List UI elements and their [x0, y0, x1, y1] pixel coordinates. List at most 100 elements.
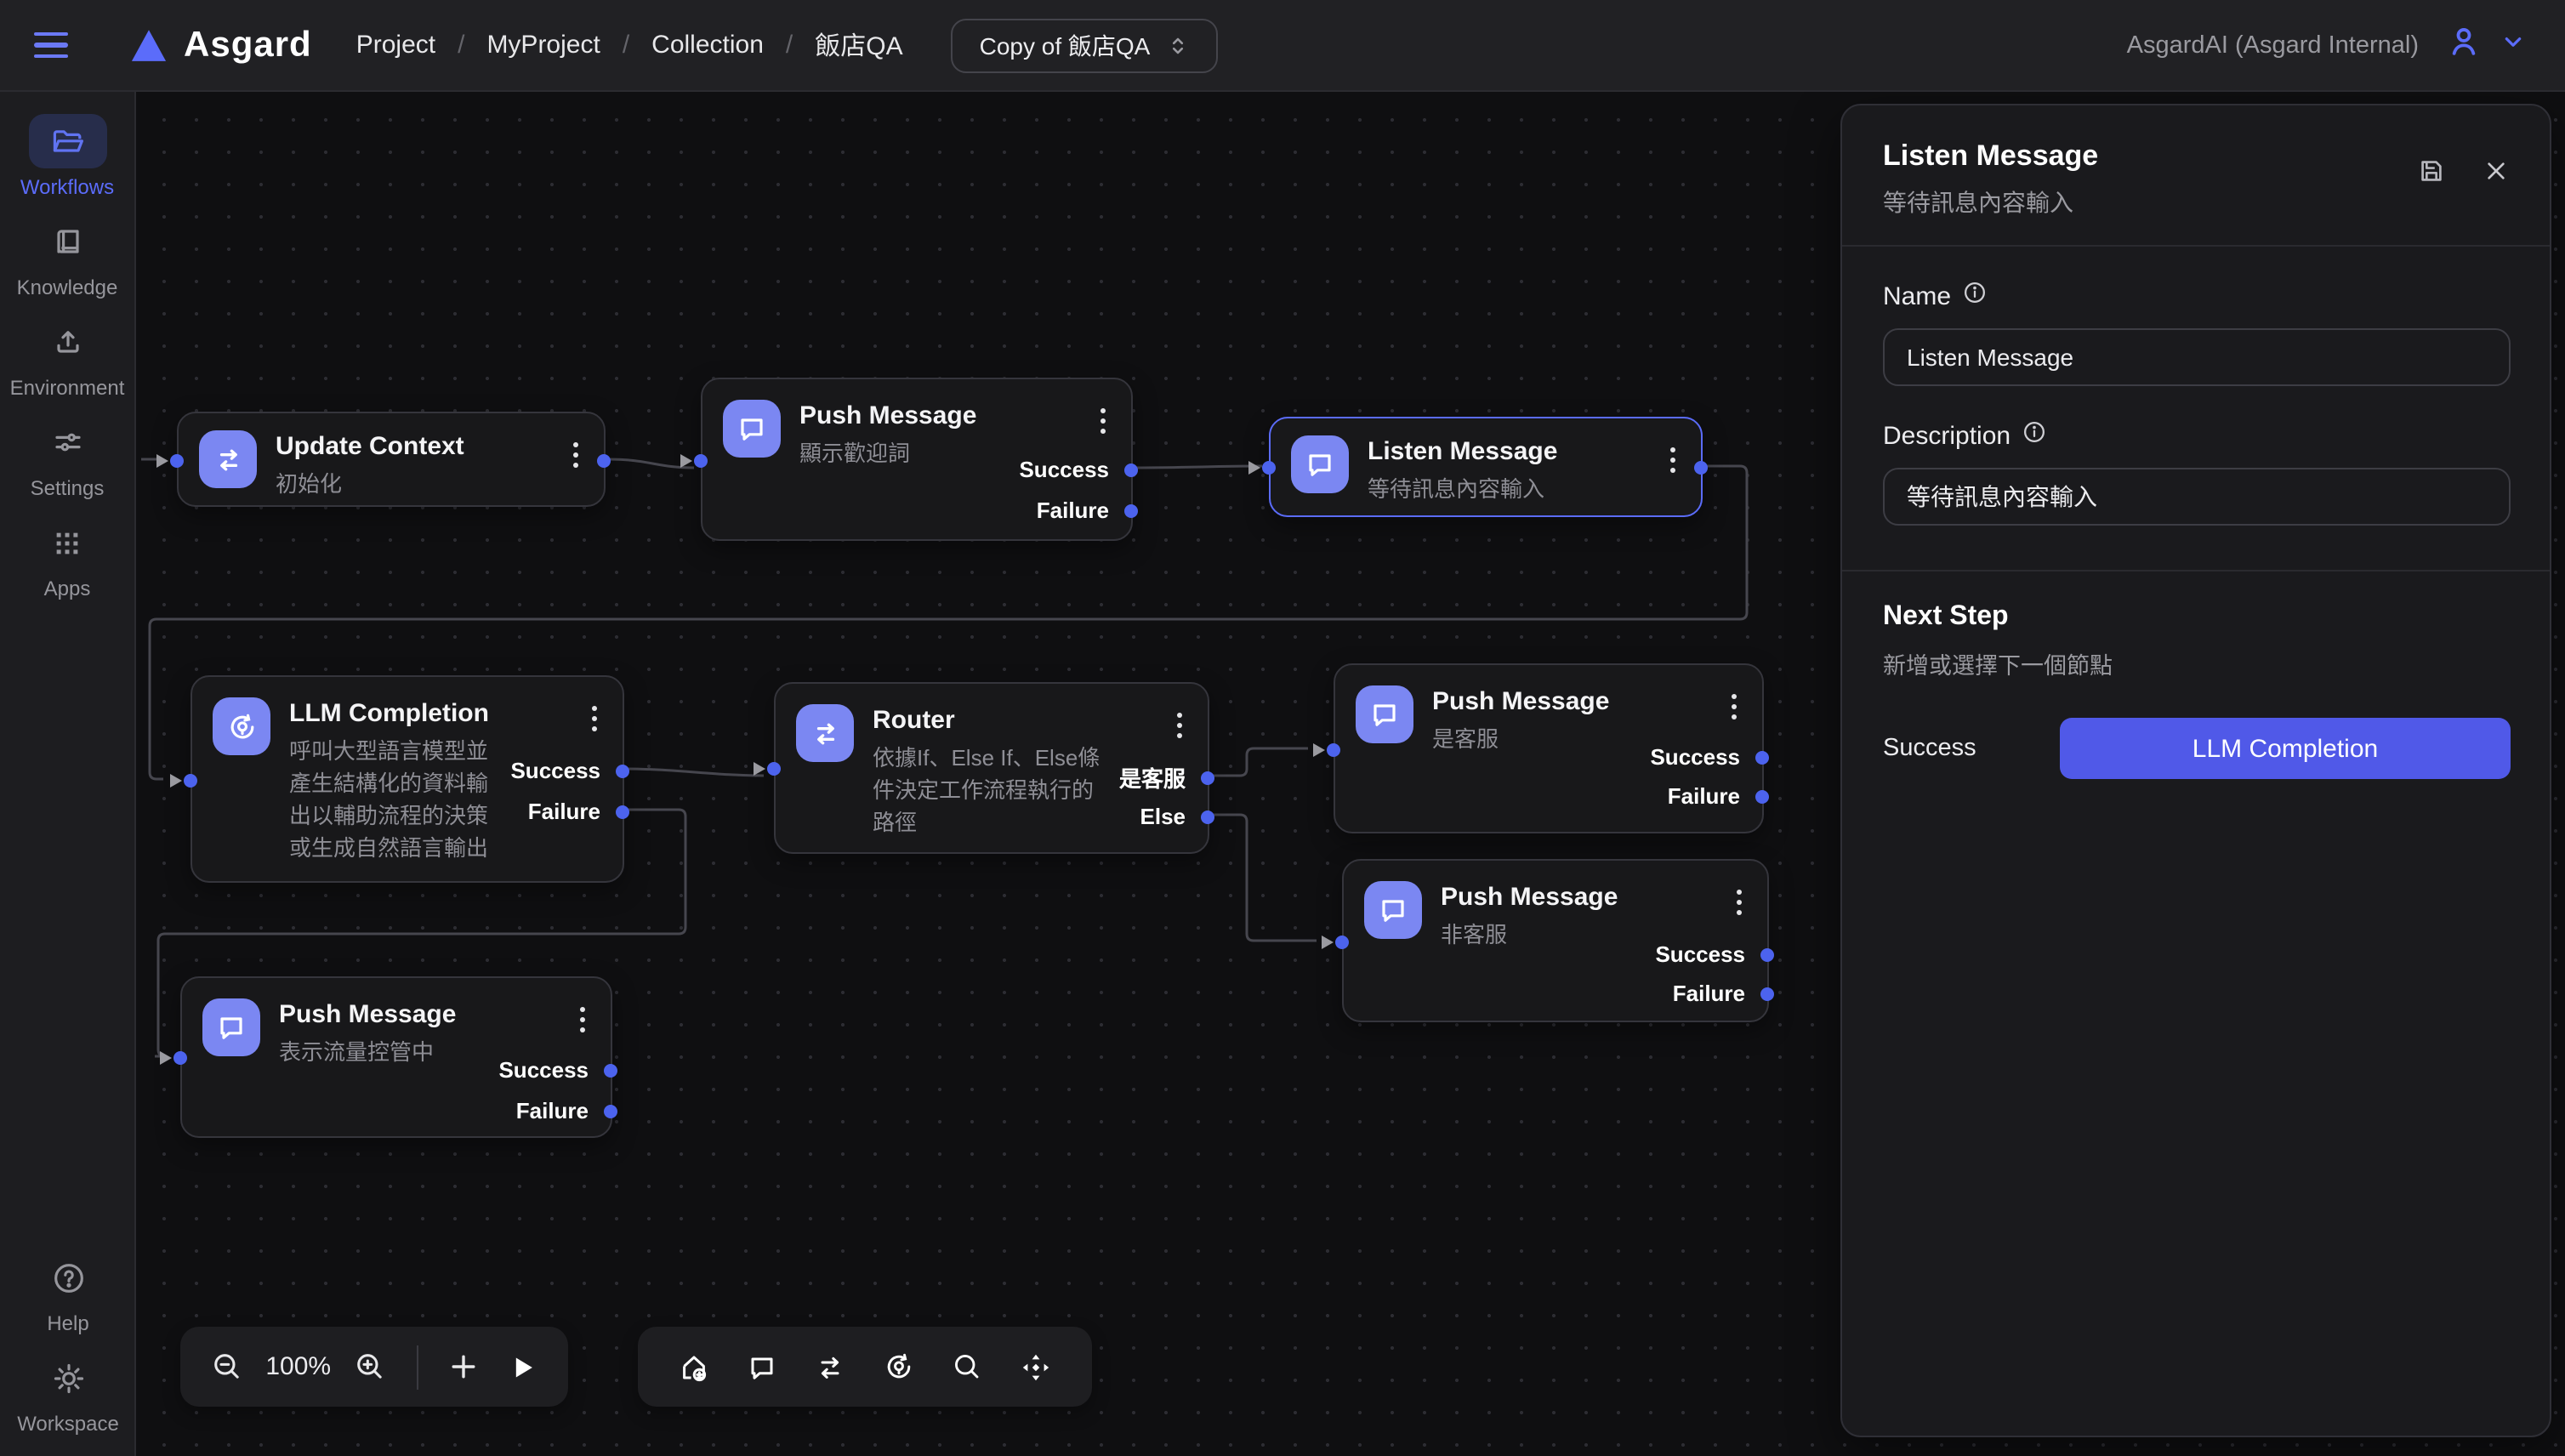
- chevron-down-icon[interactable]: [2499, 26, 2528, 64]
- close-icon[interactable]: [2483, 158, 2509, 192]
- node-push-message-welcome[interactable]: Push Message 顯示歡迎詞 Success Failure: [701, 378, 1133, 541]
- add-button[interactable]: [445, 1345, 482, 1389]
- output-port-success[interactable]: Success: [1650, 744, 1769, 770]
- input-port[interactable]: [1248, 461, 1276, 475]
- output-port[interactable]: [1694, 461, 1708, 475]
- sidebar-item-apps[interactable]: Apps: [0, 515, 134, 600]
- sidebar-item-environment[interactable]: Environment: [0, 315, 134, 400]
- output-label: Else: [1140, 804, 1186, 829]
- next-step-title: Next Step: [1883, 602, 2511, 633]
- input-port[interactable]: [156, 454, 184, 468]
- input-port[interactable]: [680, 454, 708, 468]
- logo[interactable]: Asgard: [129, 25, 312, 65]
- success-row-label: Success: [1883, 735, 1976, 762]
- workflow-selector[interactable]: Copy of 飯店QA: [951, 18, 1219, 72]
- info-icon[interactable]: [1963, 281, 1987, 311]
- name-label-text: Name: [1883, 282, 1951, 310]
- sidebar-item-settings[interactable]: Settings: [0, 415, 134, 500]
- fit-view-icon[interactable]: [1014, 1345, 1058, 1389]
- node-properties-panel: Listen Message 等待訊息內容輸入 Name Descriptio: [1840, 104, 2551, 1437]
- input-port[interactable]: [160, 1051, 187, 1065]
- sidebar-item-workflows[interactable]: Workflows: [0, 114, 134, 199]
- sidebar-item-knowledge[interactable]: Knowledge: [0, 214, 134, 299]
- node-subtitle: 顯示歡迎詞: [799, 437, 976, 469]
- kebab-menu-icon[interactable]: [1097, 405, 1109, 437]
- name-label: Name: [1883, 281, 2511, 311]
- next-step-node-button[interactable]: LLM Completion: [2060, 718, 2511, 779]
- node-title: Push Message: [799, 400, 976, 434]
- node-subtitle: 呼叫大型語言模型並產生結構化的資料輸出以輔助流程的決策或生成自然語言輸出: [289, 735, 497, 864]
- message-node-icon[interactable]: [740, 1345, 784, 1389]
- port-arrow-icon: [680, 454, 692, 468]
- output-port-failure[interactable]: Failure: [1673, 981, 1774, 1006]
- node-update-context[interactable]: Update Context 初始化: [177, 412, 606, 507]
- toolbar-divider: [417, 1345, 418, 1389]
- node-listen-message[interactable]: Listen Message 等待訊息內容輸入: [1269, 417, 1703, 517]
- input-port[interactable]: [754, 762, 781, 776]
- message-icon: [202, 998, 260, 1056]
- kebab-menu-icon[interactable]: [589, 702, 600, 735]
- port-dot: [616, 805, 629, 818]
- node-llm-completion[interactable]: LLM Completion 呼叫大型語言模型並產生結構化的資料輸出以輔助流程的…: [191, 675, 624, 883]
- kebab-menu-icon[interactable]: [1733, 886, 1745, 919]
- name-input[interactable]: [1883, 328, 2511, 386]
- output-port-success[interactable]: Success: [498, 1057, 617, 1083]
- port-dot: [1760, 947, 1774, 961]
- menu-icon[interactable]: [34, 23, 78, 67]
- node-push-message-throttle[interactable]: Push Message 表示流量控管中 Success Failure: [180, 976, 612, 1138]
- output-port-else[interactable]: Else: [1140, 804, 1215, 829]
- input-port[interactable]: [1322, 936, 1349, 949]
- kebab-menu-icon[interactable]: [570, 439, 582, 471]
- breadcrumb-project[interactable]: Project: [356, 31, 435, 60]
- port-dot: [1760, 987, 1774, 1000]
- kebab-menu-icon[interactable]: [1728, 691, 1740, 723]
- sidebar-item-label: Apps: [44, 577, 91, 600]
- output-port-failure[interactable]: Failure: [516, 1098, 617, 1123]
- output-port-success[interactable]: Success: [1655, 941, 1774, 967]
- node-subtitle: 依據If、Else If、Else條件決定工作流程執行的路徑: [873, 742, 1107, 839]
- breadcrumb-collection[interactable]: Collection: [651, 31, 764, 60]
- output-port-is-cs[interactable]: 是客服: [1119, 761, 1214, 793]
- add-node-icon[interactable]: [672, 1345, 716, 1389]
- node-subtitle: 是客服: [1432, 723, 1609, 755]
- output-label: Success: [498, 1057, 589, 1083]
- output-label: Success: [510, 758, 600, 783]
- node-push-message-not-cs[interactable]: Push Message 非客服 Success Failure: [1342, 859, 1769, 1022]
- output-port-failure[interactable]: Failure: [528, 799, 629, 824]
- output-port-failure[interactable]: Failure: [1037, 498, 1138, 523]
- sidebar-item-help[interactable]: Help: [0, 1250, 136, 1335]
- input-port[interactable]: [170, 774, 197, 788]
- output-port-success[interactable]: Success: [1019, 457, 1138, 482]
- breadcrumb-workflow[interactable]: 飯店QA: [815, 27, 902, 63]
- output-port[interactable]: [597, 454, 611, 468]
- output-label: Failure: [516, 1098, 589, 1123]
- sidebar-item-label: Knowledge: [17, 276, 118, 299]
- output-port-failure[interactable]: Failure: [1668, 783, 1769, 809]
- port-arrow-icon: [1322, 936, 1334, 949]
- node-router[interactable]: Router 依據If、Else If、Else條件決定工作流程執行的路徑 是客…: [774, 682, 1209, 854]
- sliders-icon: [28, 415, 106, 469]
- swap-node-icon[interactable]: [809, 1345, 853, 1389]
- user-icon[interactable]: [2446, 23, 2482, 67]
- node-push-message-cs[interactable]: Push Message 是客服 Success Failure: [1334, 663, 1764, 833]
- kebab-menu-icon[interactable]: [1667, 444, 1679, 476]
- zoom-out-button[interactable]: [208, 1345, 245, 1389]
- node-title: Listen Message: [1368, 435, 1557, 469]
- save-icon[interactable]: [2417, 156, 2446, 194]
- description-label: Description: [1883, 420, 2511, 451]
- output-port-success[interactable]: Success: [510, 758, 629, 783]
- zoom-in-button[interactable]: [351, 1345, 389, 1389]
- breadcrumb-myproject[interactable]: MyProject: [486, 31, 600, 60]
- run-button[interactable]: [503, 1345, 541, 1389]
- description-input[interactable]: [1883, 468, 2511, 526]
- kebab-menu-icon[interactable]: [577, 1004, 589, 1036]
- port-arrow-icon: [160, 1051, 172, 1065]
- input-port[interactable]: [1313, 743, 1340, 757]
- search-icon[interactable]: [946, 1345, 990, 1389]
- book-icon: [28, 214, 106, 269]
- workflow-selector-label: Copy of 飯店QA: [980, 28, 1151, 62]
- llm-node-icon[interactable]: [877, 1345, 921, 1389]
- sidebar-item-workspace[interactable]: Workspace: [0, 1351, 136, 1436]
- info-icon[interactable]: [2022, 420, 2046, 451]
- kebab-menu-icon[interactable]: [1174, 709, 1186, 742]
